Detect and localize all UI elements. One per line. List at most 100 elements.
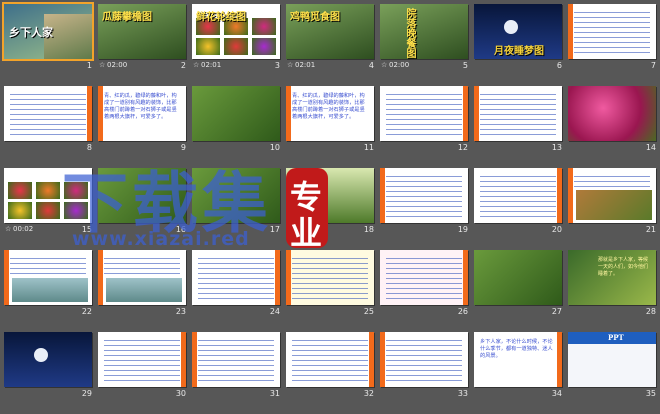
slide-thumbnail-29[interactable]: 29 [4, 332, 98, 401]
slide-preview[interactable] [474, 250, 562, 305]
slide-preview[interactable] [192, 168, 280, 223]
slide-title: 鲜花轮绽图 [196, 12, 246, 23]
slide-preview[interactable]: 院落晚餐图 [380, 4, 468, 59]
orange-stripe [557, 332, 562, 387]
slide-preview[interactable] [380, 86, 468, 141]
slide-preview[interactable] [568, 4, 656, 59]
text-lines [386, 176, 462, 217]
slide-thumbnail-26[interactable]: 26 [380, 250, 474, 319]
slide-preview[interactable]: PPT [568, 332, 656, 387]
slide-preview[interactable] [286, 250, 374, 305]
slide-number: 30 [175, 389, 186, 398]
slide-thumbnail-16[interactable]: 16 [98, 168, 192, 237]
slide-preview[interactable] [98, 250, 186, 305]
text-lines [104, 340, 180, 381]
slide-thumbnail-28[interactable]: 那就是乡下人家，等候一天的人们，如今他们睡着了。 28 [568, 250, 660, 319]
slide-preview[interactable]: 乡下人家 [2, 2, 94, 61]
slide-preview[interactable]: 瓜藤攀檐图 [98, 4, 186, 59]
slide-thumbnail-31[interactable]: 31 [192, 332, 286, 401]
slide-thumbnail-17[interactable]: 17 [192, 168, 286, 237]
slide-thumbnail-32[interactable]: 32 [286, 332, 380, 401]
slide-number: 11 [363, 143, 374, 152]
text-lines [198, 258, 274, 299]
slide-preview[interactable]: 月夜睡梦图 [474, 4, 562, 59]
slide-thumbnail-24[interactable]: 24 [192, 250, 286, 319]
slide-thumbnail-2[interactable]: 瓜藤攀檐图 ☆ 02:00 2 [98, 4, 192, 73]
slide-preview[interactable] [4, 86, 92, 141]
slide-preview[interactable] [4, 250, 92, 305]
slide-number: 17 [269, 225, 280, 234]
slide-preview[interactable]: 鸡鸭觅食图 [286, 4, 374, 59]
slide-number: 19 [457, 225, 468, 234]
text-lines [480, 176, 556, 217]
slide-preview[interactable] [380, 168, 468, 223]
slide-preview[interactable] [98, 332, 186, 387]
slide-text: 青、红的瓜，碧绿的藤和叶，构成了一道别有风趣的装饰，比那高楼门前蹲着一对石狮子或… [292, 93, 365, 120]
slide-preview[interactable] [192, 86, 280, 141]
slide-thumbnail-10[interactable]: 10 [192, 86, 286, 155]
slide-thumbnail-11[interactable]: 青、红的瓜，碧绿的藤和叶，构成了一道别有风趣的装饰，比那高楼门前蹲着一对石狮子或… [286, 86, 380, 155]
slide-preview[interactable] [568, 86, 656, 141]
slide-thumbnail-27[interactable]: 27 [474, 250, 568, 319]
slide-thumbnail-15[interactable]: ☆ 00:02 15 [4, 168, 98, 237]
orange-stripe [369, 332, 374, 387]
slide-thumbnail-20[interactable]: 20 [474, 168, 568, 237]
slide-thumbnail-6[interactable]: 月夜睡梦图 6 [474, 4, 568, 73]
slide-preview[interactable] [474, 168, 562, 223]
slide-thumbnail-35[interactable]: PPT 35 [568, 332, 660, 401]
photo [474, 250, 562, 305]
slide-preview[interactable] [380, 250, 468, 305]
slide-thumbnail-22[interactable]: 22 [4, 250, 98, 319]
slide-thumbnail-3[interactable]: 鲜花轮绽图 ☆ 02:01 3 [192, 4, 286, 73]
slide-thumbnail-1[interactable]: 乡下人家 1 [2, 2, 98, 73]
slide-preview[interactable] [192, 332, 280, 387]
orange-stripe [98, 86, 103, 141]
slide-preview[interactable]: 青、红的瓜，碧绿的藤和叶，构成了一道别有风趣的装饰，比那高楼门前蹲着一对石狮子或… [286, 86, 374, 141]
slide-thumbnail-33[interactable]: 33 [380, 332, 474, 401]
slide-thumbnail-12[interactable]: 12 [380, 86, 474, 155]
slide-preview[interactable] [4, 168, 92, 223]
photo [568, 86, 656, 141]
slide-thumbnail-13[interactable]: 13 [474, 86, 568, 155]
slide-preview[interactable] [286, 332, 374, 387]
slide-thumbnail-8[interactable]: 8 [4, 86, 98, 155]
slide-preview[interactable]: 那就是乡下人家，等候一天的人们，如今他们睡着了。 [568, 250, 656, 305]
slide-thumbnail-21[interactable]: 21 [568, 168, 660, 237]
slide-thumbnail-14[interactable]: 14 [568, 86, 660, 155]
slide-sorter-grid: 乡下人家 1 瓜藤攀檐图 ☆ 02:00 2 鲜花轮绽图 ☆ 02:01 3 鸡鸭觅食图 ☆ 02:01… [0, 0, 660, 414]
slide-preview[interactable]: 乡下人家，不论什么时候，不论什么季节，都有一道独特、迷人的风景。 [474, 332, 562, 387]
flower-photo [8, 202, 32, 219]
slide-title: 乡下人家 [9, 26, 53, 39]
slide-thumbnail-18[interactable]: 18 [286, 168, 380, 237]
orange-stripe [380, 168, 385, 223]
slide-preview[interactable]: 鲜花轮绽图 [192, 4, 280, 59]
slide-number: 35 [645, 389, 656, 398]
slide-thumbnail-5[interactable]: 院落晚餐图 ☆ 02:00 5 [380, 4, 474, 73]
slide-thumbnail-19[interactable]: 19 [380, 168, 474, 237]
flower-photo [196, 38, 220, 55]
slide-number: 23 [175, 307, 186, 316]
moon-icon [34, 348, 48, 362]
slide-preview[interactable]: 青、红的瓜，碧绿的藤和叶，构成了一道别有风趣的装饰，比那高楼门前蹲着一对石狮子或… [98, 86, 186, 141]
slide-thumbnail-34[interactable]: 乡下人家，不论什么时候，不论什么季节，都有一道独特、迷人的风景。 34 [474, 332, 568, 401]
slide-thumbnail-23[interactable]: 23 [98, 250, 192, 319]
slide-number: 7 [650, 61, 656, 70]
slide-thumbnail-9[interactable]: 青、红的瓜，碧绿的藤和叶，构成了一道别有风趣的装饰，比那高楼门前蹲着一对石狮子或… [98, 86, 192, 155]
flower-photo [36, 182, 60, 199]
slide-number: 24 [269, 307, 280, 316]
slide-thumbnail-25[interactable]: 25 [286, 250, 380, 319]
slide-number: 2 [180, 61, 186, 70]
slide-title: 瓜藤攀檐图 [102, 12, 152, 23]
slide-preview[interactable] [286, 168, 374, 223]
slide-preview[interactable] [568, 168, 656, 223]
flower-photo [224, 38, 248, 55]
slide-preview[interactable] [380, 332, 468, 387]
slide-preview[interactable] [474, 86, 562, 141]
slide-thumbnail-7[interactable]: 7 [568, 4, 660, 73]
slide-preview[interactable] [98, 168, 186, 223]
slide-thumbnail-30[interactable]: 30 [98, 332, 192, 401]
slide-number: 4 [368, 61, 374, 70]
slide-preview[interactable] [192, 250, 280, 305]
slide-thumbnail-4[interactable]: 鸡鸭觅食图 ☆ 02:01 4 [286, 4, 380, 73]
slide-preview[interactable] [4, 332, 92, 387]
